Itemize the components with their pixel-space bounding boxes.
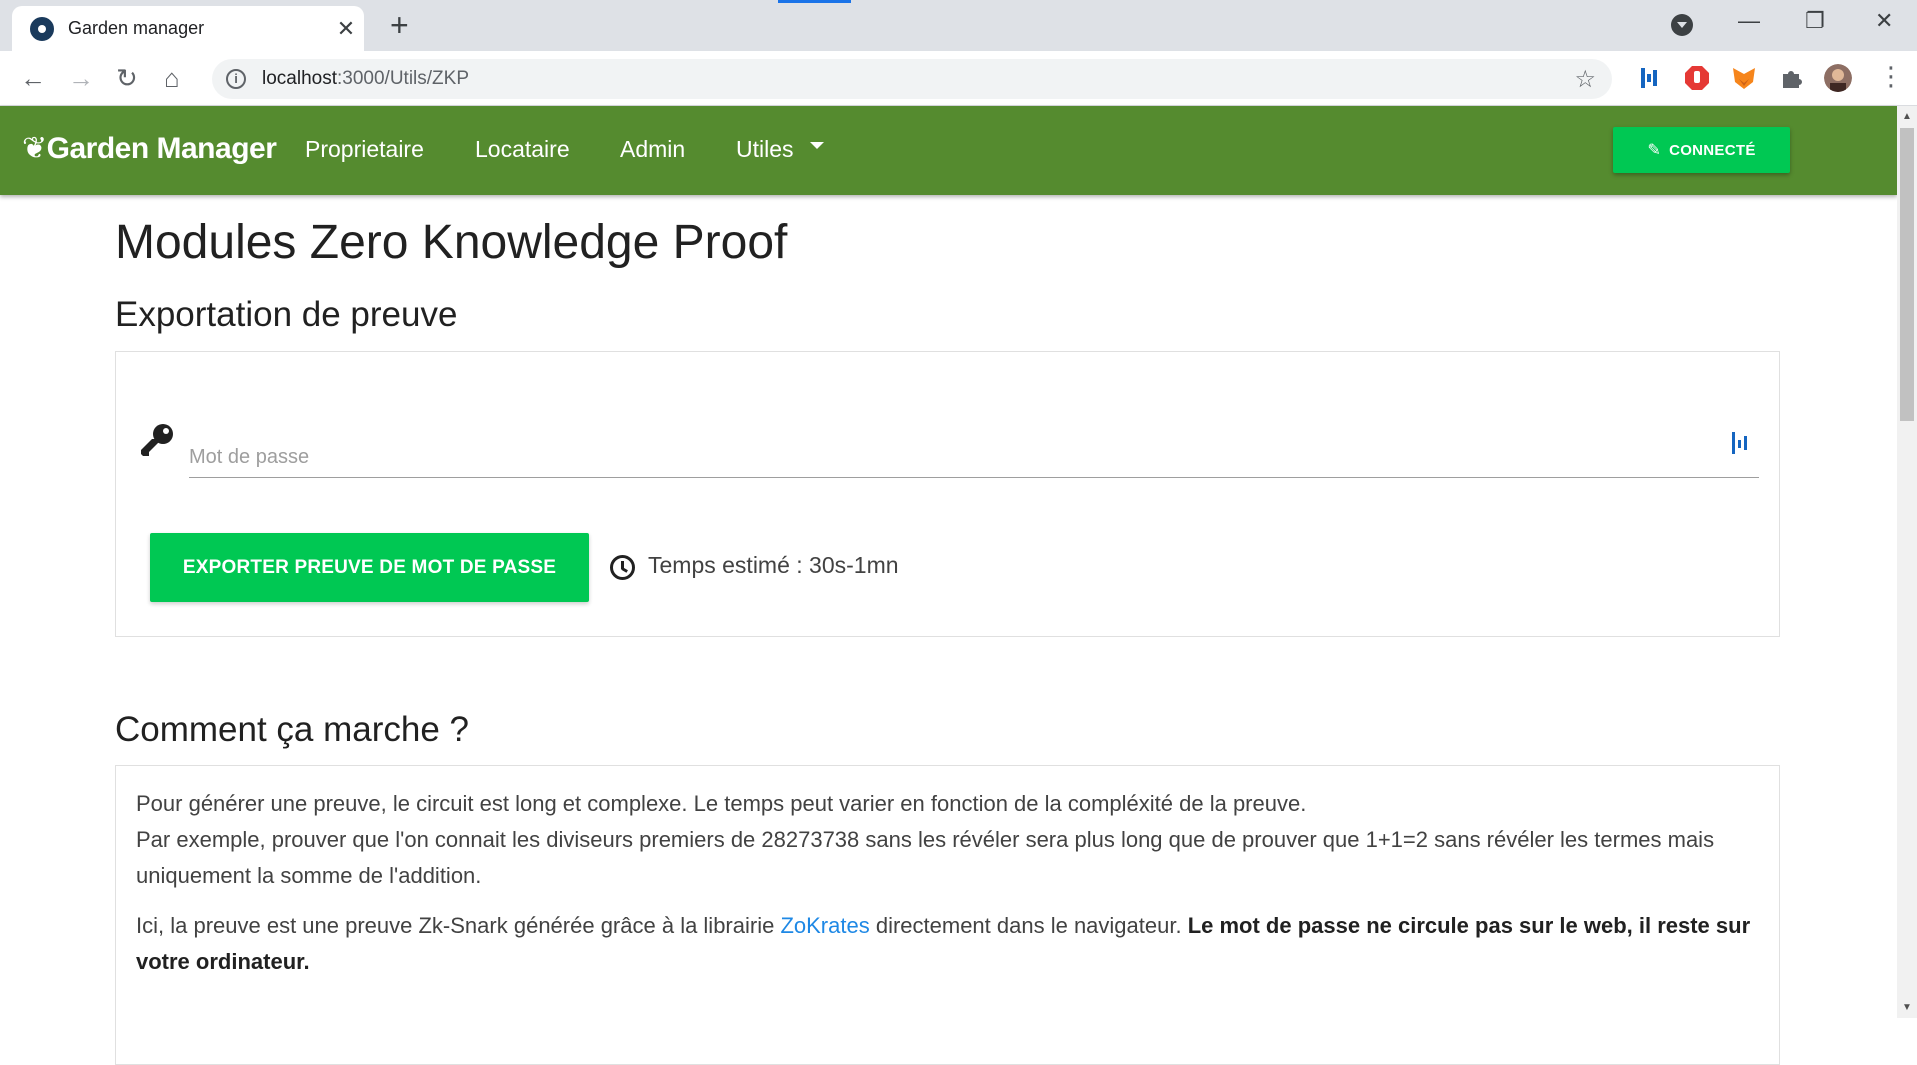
nav-dropdown-utiles[interactable]: Utiles xyxy=(736,136,824,163)
new-tab-button[interactable]: + xyxy=(390,8,409,42)
app-navbar: ❦Garden Manager Proprietaire Locataire A… xyxy=(0,106,1897,195)
forward-icon[interactable]: → xyxy=(68,63,94,93)
caret-down-icon xyxy=(809,142,824,150)
reload-icon[interactable]: ↻ xyxy=(116,63,138,93)
password-input[interactable] xyxy=(189,422,1759,477)
password-field[interactable] xyxy=(189,422,1759,478)
extension-adblock-icon[interactable] xyxy=(1683,64,1711,92)
loading-indicator xyxy=(778,0,851,3)
extension-bars-icon[interactable] xyxy=(1635,64,1663,92)
scroll-thumb[interactable] xyxy=(1900,128,1914,421)
explanation-paragraph-1: Pour générer une preuve, le circuit est … xyxy=(136,791,1715,888)
minimize-icon[interactable]: — xyxy=(1738,8,1760,34)
tab-close-icon[interactable]: ✕ xyxy=(328,16,364,42)
nav-link-proprietaire[interactable]: Proprietaire xyxy=(305,136,424,163)
scroll-up-icon[interactable]: ▲ xyxy=(1902,111,1912,122)
url-text[interactable]: localhost:3000/Utils/ZKP xyxy=(262,68,469,90)
browser-menu-icon[interactable]: ⋮ xyxy=(1878,61,1904,91)
nav-link-locataire[interactable]: Locataire xyxy=(475,136,570,163)
explanation-paragraph-2: Ici, la preuve est une preuve Zk-Snark g… xyxy=(136,913,1751,974)
browser-toolbar: ← → ↻ ⌂ i localhost:3000/Utils/ZKP ☆ ⋮ xyxy=(0,51,1917,106)
nav-link-admin[interactable]: Admin xyxy=(620,136,685,163)
export-card: EXPORTER PREUVE DE MOT DE PASSE Temps es… xyxy=(115,351,1780,637)
estimated-time: Temps estimé : 30s-1mn xyxy=(648,552,899,578)
zokrates-link[interactable]: ZoKrates xyxy=(780,913,869,938)
leaf-icon: ❦ xyxy=(22,132,47,165)
home-icon[interactable]: ⌂ xyxy=(164,63,180,93)
browser-tab-bar: Garden manager ✕ + — ❐ ✕ xyxy=(0,0,1917,51)
tab-favicon-icon xyxy=(30,16,54,41)
back-icon[interactable]: ← xyxy=(20,63,46,93)
page-scrollbar[interactable]: ▲ ▼ xyxy=(1897,106,1917,1018)
how-it-works-card: Pour générer une preuve, le circuit est … xyxy=(115,765,1780,1065)
connected-button[interactable]: ✎ CONNECTÉ xyxy=(1613,127,1790,173)
scroll-down-icon[interactable]: ▼ xyxy=(1902,1002,1912,1013)
browser-tab[interactable]: Garden manager ✕ xyxy=(12,6,364,51)
export-proof-button[interactable]: EXPORTER PREUVE DE MOT DE PASSE xyxy=(150,533,589,602)
password-manager-icon[interactable] xyxy=(1731,432,1749,454)
address-bar[interactable]: i localhost:3000/Utils/ZKP ☆ xyxy=(212,59,1612,99)
tab-title: Garden manager xyxy=(68,18,205,38)
clock-icon xyxy=(610,555,635,580)
profile-avatar[interactable] xyxy=(1824,64,1852,92)
tab-search-icon[interactable] xyxy=(1671,14,1693,36)
how-it-works-heading: Comment ça marche ? xyxy=(115,710,470,749)
site-info-icon[interactable]: i xyxy=(226,69,246,89)
extensions-puzzle-icon[interactable] xyxy=(1777,64,1805,92)
close-window-icon[interactable]: ✕ xyxy=(1875,8,1893,34)
extension-metamask-icon[interactable] xyxy=(1730,64,1758,92)
bookmark-star-icon[interactable]: ☆ xyxy=(1574,65,1596,94)
restore-icon[interactable]: ❐ xyxy=(1805,8,1825,34)
brand-logo[interactable]: ❦Garden Manager xyxy=(22,131,277,166)
page-title: Modules Zero Knowledge Proof xyxy=(115,216,788,269)
export-heading: Exportation de preuve xyxy=(115,295,458,334)
magic-wand-icon: ✎ xyxy=(1647,142,1662,159)
key-icon xyxy=(141,424,173,456)
